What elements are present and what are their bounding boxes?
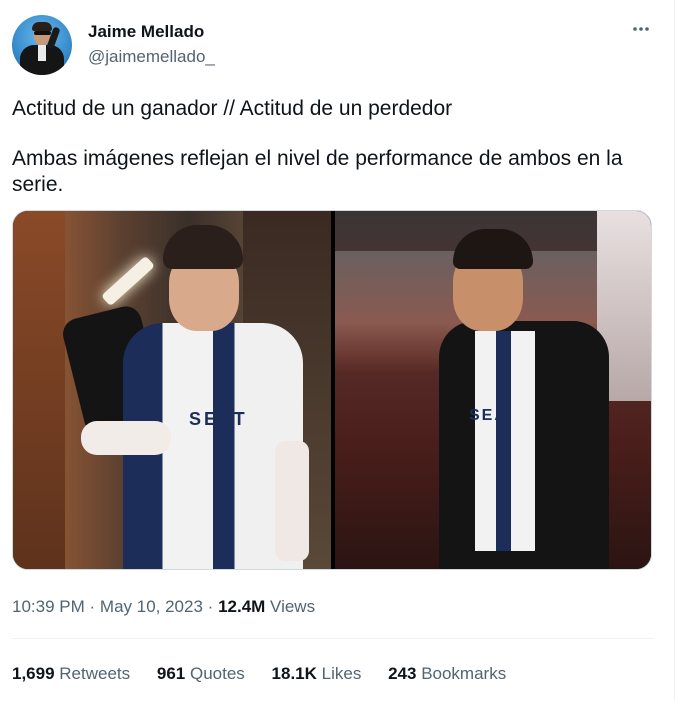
bookmarks-label: Bookmarks [421, 664, 507, 683]
avatar-hair [32, 22, 52, 31]
likes-label: Likes [321, 664, 362, 683]
likes-count: 18.1K [271, 664, 317, 683]
tweet-text-line-2: Ambas imágenes reflejan el nivel de perf… [12, 147, 623, 196]
avatar-shirt [38, 45, 46, 61]
bookmarks-stat[interactable]: 243 Bookmarks [388, 664, 506, 684]
more-horizontal-icon [633, 27, 649, 31]
views-count: 12.4M [218, 597, 266, 616]
retweets-label: Retweets [59, 664, 131, 683]
author-name[interactable]: Jaime Mellado [88, 22, 204, 42]
right-photo-jersey [475, 331, 535, 551]
author-handle[interactable]: @jaimemellado_ [88, 47, 215, 67]
right-photo-jersey-logo: SEA [469, 407, 508, 424]
timeline-right-border [674, 0, 675, 701]
views-label: Views [270, 597, 316, 616]
left-photo-jersey-logo: SEAT [189, 409, 248, 429]
bookmarks-count: 243 [388, 664, 417, 683]
more-options-button[interactable] [628, 18, 654, 44]
retweets-count: 1,699 [12, 664, 55, 683]
left-photo-ceiling-light [101, 255, 155, 307]
quotes-count: 961 [156, 664, 186, 683]
left-photo-arm [81, 421, 171, 455]
tweet: Jaime Mellado @jaimemellado_ Actitud de … [0, 0, 674, 701]
likes-stat[interactable]: 18.1K Likes [272, 664, 362, 684]
right-photo-hair [453, 229, 533, 269]
left-photo-sleeve [275, 441, 309, 561]
tweet-stats: 1,699 Retweets 961 Quotes 18.1K Likes 24… [12, 664, 528, 684]
meta-separator-2: · [207, 597, 214, 616]
left-photo-wall [13, 211, 65, 569]
avatar[interactable] [12, 15, 72, 75]
left-photo-hair [163, 225, 243, 269]
avatar-glasses [34, 31, 51, 35]
tweet-date[interactable]: May 10, 2023 [100, 597, 203, 616]
quotes-label: Quotes [190, 664, 245, 683]
divider [12, 638, 654, 639]
media-photo-left[interactable]: SEAT [13, 211, 331, 569]
meta-separator-1: · [89, 597, 96, 616]
retweets-stat[interactable]: 1,699 Retweets [12, 664, 130, 684]
tweet-timestamp: 10:39 PM · May 10, 2023 · 12.4M Views [12, 597, 315, 617]
media-photo-right[interactable]: SEA [335, 211, 651, 569]
tweet-media: SEAT SEA [12, 210, 652, 570]
quotes-stat[interactable]: 961 Quotes [157, 664, 245, 684]
tweet-time[interactable]: 10:39 PM [12, 597, 85, 616]
tweet-text-line-1: Actitud de un ganador // Actitud de un p… [12, 97, 453, 120]
